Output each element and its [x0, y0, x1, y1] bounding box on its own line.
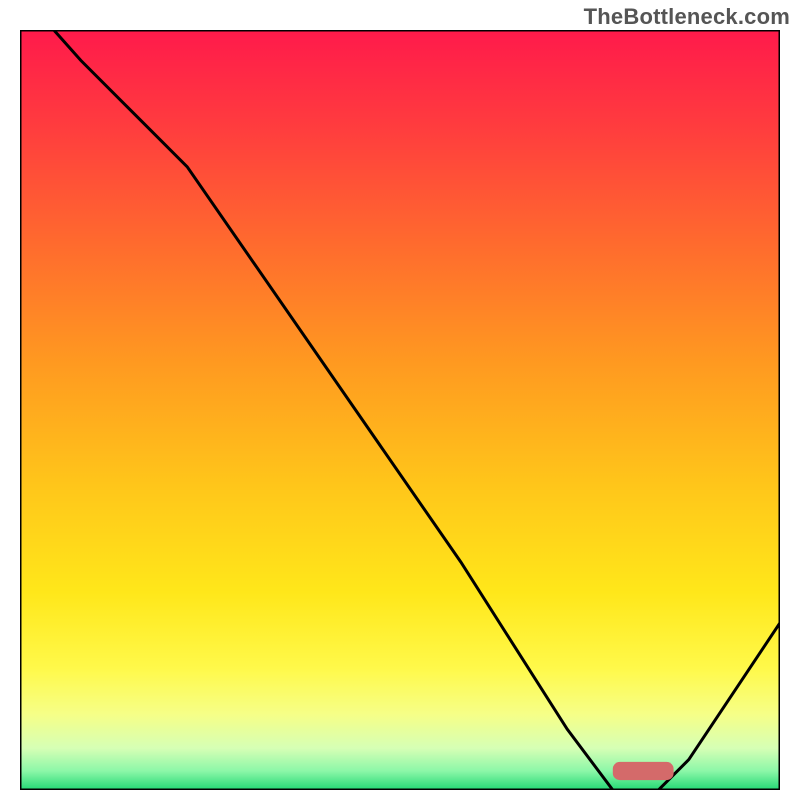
watermark-text: TheBottleneck.com [584, 4, 790, 30]
bottleneck-chart [20, 30, 780, 790]
sweet-spot-marker [613, 762, 674, 780]
gradient-background [20, 30, 780, 790]
chart-container: TheBottleneck.com [0, 0, 800, 800]
